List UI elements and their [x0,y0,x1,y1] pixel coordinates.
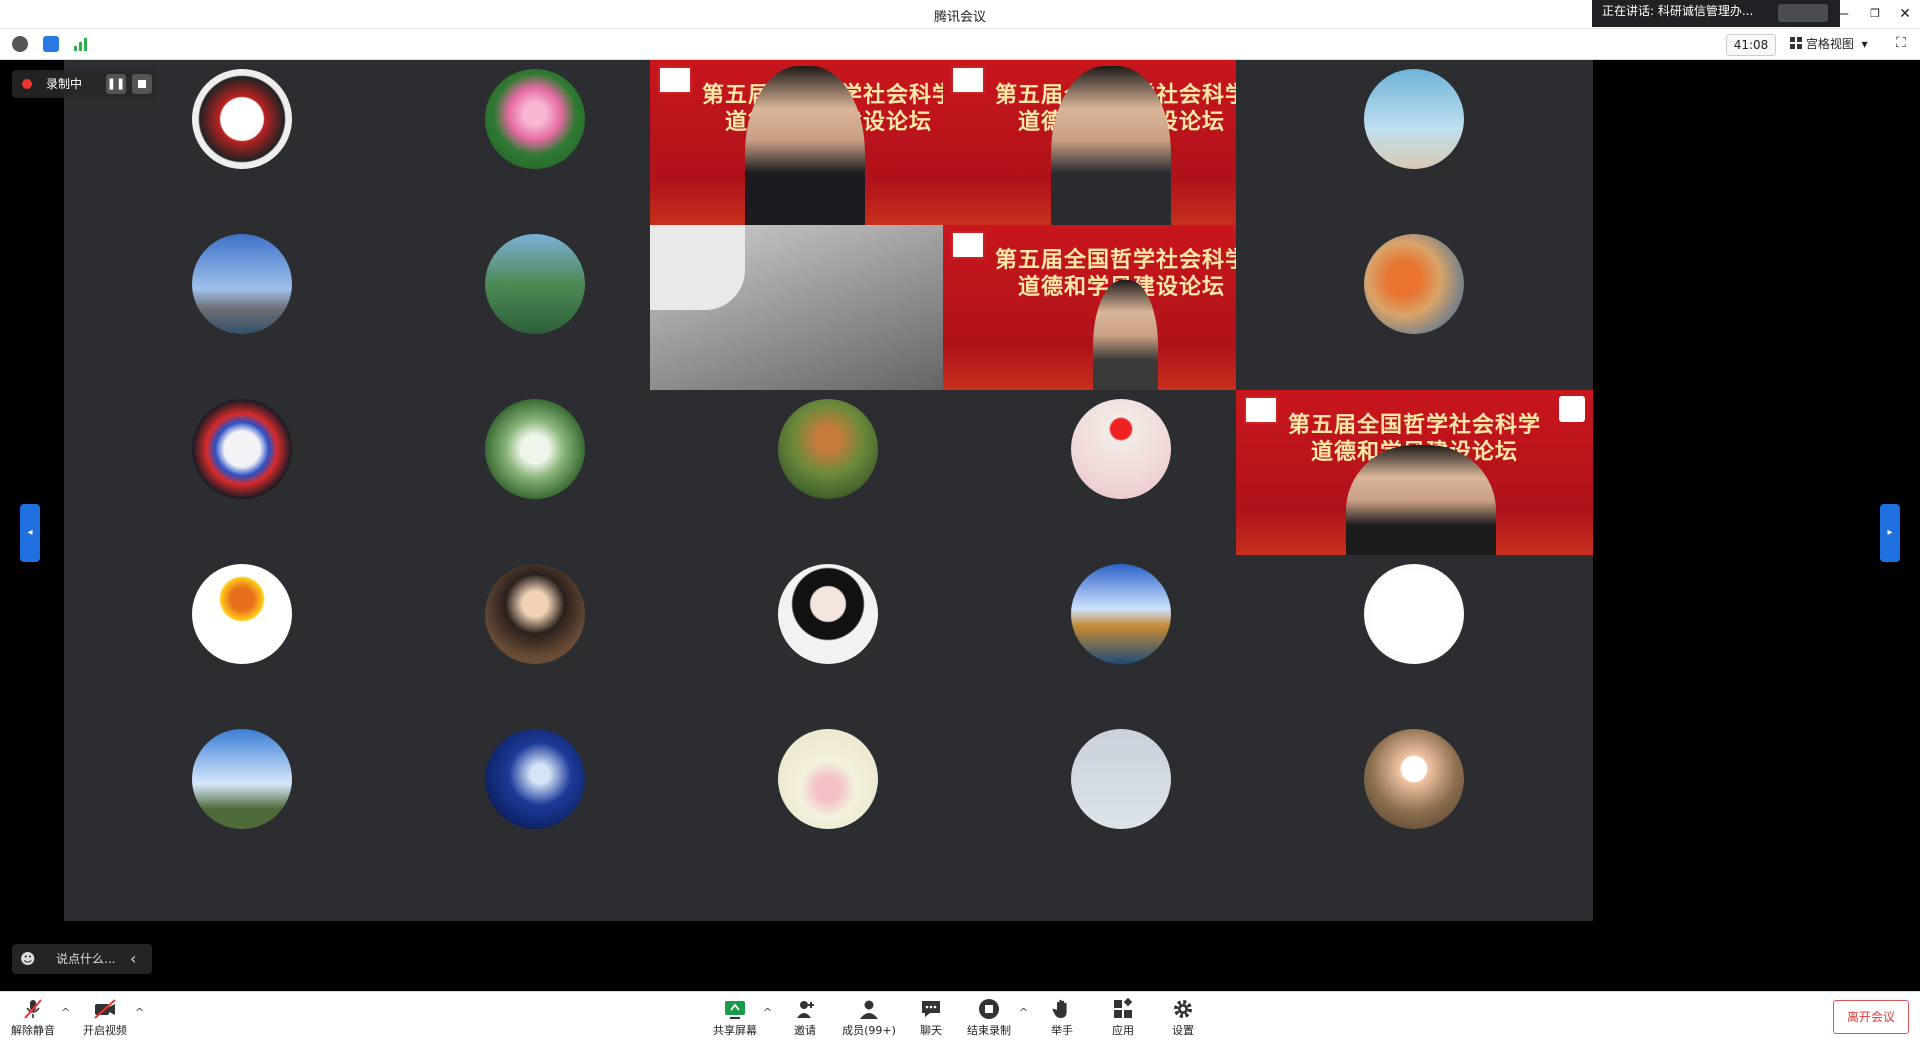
end-recording-label: 结束录制 [967,1024,1011,1037]
video-stage: 李欣山东理工大学石学军第五届全国哲学社会科学道德和学风建设论坛科研诚信管理办公室… [0,60,1920,991]
camera-off-icon [93,998,117,1020]
signal-icon[interactable] [73,36,89,52]
avatar [192,399,292,499]
view-mode-button[interactable]: 宫格视图 ▾ [1790,34,1880,54]
share-options-caret[interactable]: ^ [763,1006,772,1019]
collapse-chat-icon[interactable]: ‹ [130,944,136,974]
chat-button[interactable]: 聊天 [902,996,960,1040]
avatar [192,69,292,169]
avatar [1071,729,1171,829]
minimize-button[interactable]: — [1831,4,1853,24]
speaking-indicator: 正在讲话: 科研诚信管理办... [1592,0,1840,27]
shield-icon[interactable] [43,36,59,52]
video-options-caret[interactable]: ^ [135,1006,144,1019]
settings-label: 设置 [1172,1024,1194,1037]
avatar [1364,69,1464,169]
settings-button[interactable]: 设置 [1154,996,1212,1040]
avatar [192,234,292,334]
view-mode-label: 宫格视图 [1805,37,1854,51]
start-video-button[interactable]: 开启视频 [76,996,134,1040]
invite-button[interactable]: 邀请 [776,996,834,1040]
info-icon[interactable] [12,36,28,52]
unmute-button[interactable]: 解除静音 [4,996,62,1040]
participant-grid: 李欣山东理工大学石学军第五届全国哲学社会科学道德和学风建设论坛科研诚信管理办公室… [64,60,1854,991]
chat-label: 聊天 [920,1024,942,1037]
invite-label: 邀请 [794,1024,816,1037]
restore-button[interactable]: ❐ [1864,4,1886,24]
raise-hand-button[interactable]: 举手 [1033,996,1091,1040]
microphone-muted-icon [21,998,45,1020]
members-icon [857,998,881,1020]
avatar [485,729,585,829]
avatar [485,69,585,169]
speaking-text: 正在讲话: 科研诚信管理办... [1602,4,1754,18]
audio-options-caret[interactable]: ^ [61,1006,70,1019]
avatar [778,564,878,664]
organizer-logo-icon [1559,396,1585,422]
members-button[interactable]: 成员(99+) [838,996,900,1040]
fullscreen-icon[interactable]: ⛶ [1896,35,1906,51]
close-button[interactable]: ✕ [1894,4,1916,24]
event-logo-icon [658,66,692,94]
stop-record-icon [977,998,1001,1020]
add-person-icon [793,998,817,1020]
share-screen-label: 共享屏幕 [713,1024,757,1037]
avatar [1071,399,1171,499]
video-object [650,225,745,310]
hand-icon [1050,998,1074,1020]
apps-label: 应用 [1112,1024,1134,1037]
gear-icon [1171,998,1195,1020]
quick-chat-input[interactable]: ☻ 说点什么... ‹ [12,944,152,974]
leave-meeting-button[interactable]: 离开会议 [1833,1000,1909,1034]
emoji-icon[interactable]: ☻ [20,944,36,974]
chat-bubble-icon [919,998,943,1020]
avatar [1071,564,1171,664]
avatar [485,564,585,664]
avatar [1364,729,1464,829]
start-video-label: 开启视频 [83,1024,127,1037]
recording-indicator: 录制中 ❚❚ [12,70,156,98]
avatar [485,234,585,334]
avatar [192,564,292,664]
event-logo-icon [1244,396,1278,424]
next-page-button[interactable]: ▸ [1880,504,1900,562]
unmute-label: 解除静音 [11,1024,55,1037]
title-bar: 腾讯会议 正在讲话: 科研诚信管理办... — ❐ ✕ [0,0,1920,29]
stop-recording-button[interactable] [132,74,152,94]
members-label: 成员(99+) [842,1024,896,1037]
participant-tile[interactable] [1236,720,1593,921]
recording-label: 录制中 [46,77,83,91]
pause-recording-button[interactable]: ❚❚ [106,74,126,94]
avatar [1364,564,1464,664]
record-dot-icon [22,79,32,89]
avatar [192,729,292,829]
meeting-info-bar: 41:08 宫格视图 ▾ ⛶ [0,29,1920,60]
chevron-down-icon: ▾ [1861,37,1868,51]
share-screen-icon [723,998,747,1020]
recording-options-caret[interactable]: ^ [1019,1006,1028,1019]
banner-line-1: 第五届全国哲学社会科学 [1287,413,1541,438]
meeting-timer: 41:08 [1726,34,1776,56]
event-logo-icon [951,66,985,94]
apps-button[interactable]: 应用 [1094,996,1152,1040]
avatar [1364,234,1464,334]
meeting-control-bar: 解除静音 ^ 开启视频 ^ 共享屏幕 ^ 邀请 成员(99+) 聊天 结束录制 … [0,991,1920,1043]
grid-icon [1790,37,1802,49]
end-recording-button[interactable]: 结束录制 [960,996,1018,1040]
avatar [485,399,585,499]
avatar [778,729,878,829]
apps-icon [1111,997,1135,1020]
event-logo-icon [951,231,985,259]
previous-page-button[interactable]: ◂ [20,504,40,562]
share-screen-button[interactable]: 共享屏幕 [706,996,764,1040]
avatar [778,399,878,499]
raise-hand-label: 举手 [1051,1024,1073,1037]
chat-placeholder: 说点什么... [56,952,116,966]
speaker-video-thumbnail [1778,4,1828,22]
